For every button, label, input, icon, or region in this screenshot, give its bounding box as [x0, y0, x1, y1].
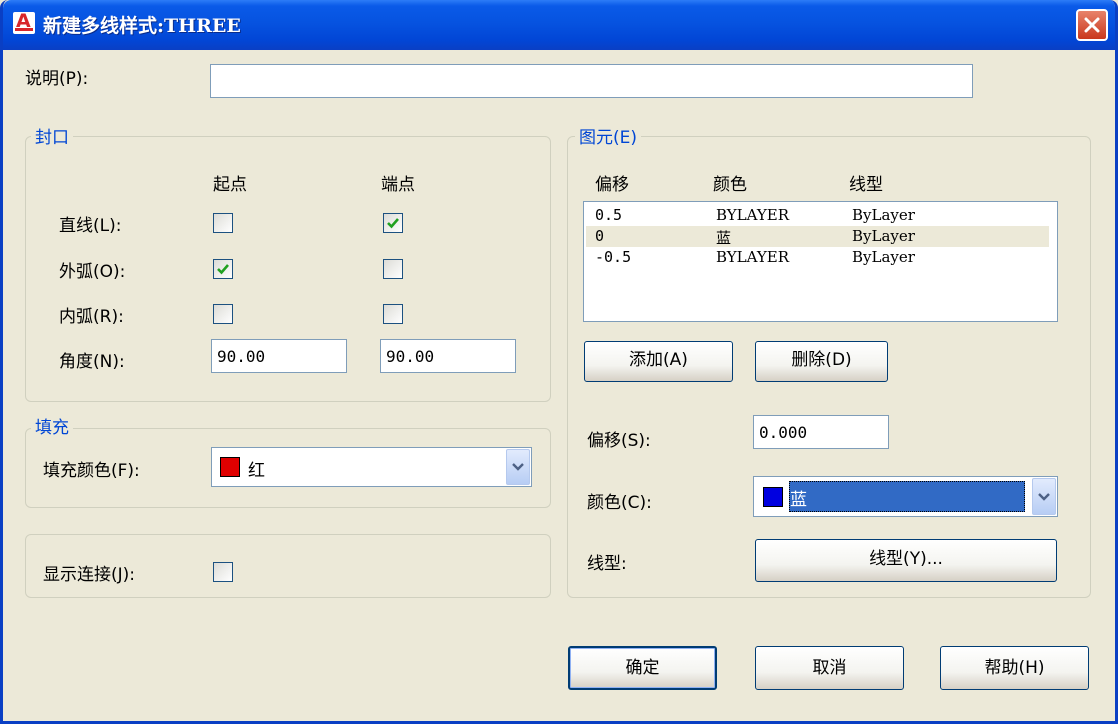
title-bar[interactable]: A 新建多线样式:THREE — [3, 0, 1115, 50]
elements-list[interactable]: 0.5 BYLAYER ByLayer 0 蓝 ByLayer -0.5 BYL… — [583, 201, 1058, 322]
checkmark-icon — [217, 264, 229, 275]
dialog-window: A 新建多线样式:THREE 说明(P): 封口 起点 端点 直线(L): 外弧… — [0, 0, 1118, 724]
cancel-button[interactable]: 取消 — [755, 646, 904, 690]
close-button[interactable] — [1076, 9, 1108, 41]
elements-row-linetype: ByLayer — [852, 248, 915, 266]
element-color-selection-highlight: 蓝 — [789, 481, 1025, 512]
inner-arc-end-checkbox[interactable] — [383, 304, 403, 324]
caps-outer-arc-label: 外弧(O): — [59, 262, 126, 282]
chevron-down-icon — [1038, 492, 1050, 501]
help-button[interactable]: 帮助(H) — [940, 646, 1089, 690]
caps-angle-label: 角度(N): — [59, 352, 125, 372]
line-end-checkbox[interactable] — [383, 213, 403, 233]
elements-row[interactable]: 0.5 BYLAYER ByLayer — [586, 205, 1049, 226]
element-color-swatch — [763, 487, 783, 507]
description-input[interactable] — [210, 64, 973, 98]
caps-inner-arc-label: 内弧(R): — [59, 307, 124, 327]
line-start-checkbox[interactable] — [213, 213, 233, 233]
fill-group-title: 填充 — [31, 413, 73, 438]
elements-row-color: BYLAYER — [716, 248, 789, 266]
fill-color-value: 红 — [248, 461, 265, 481]
elements-header-offset: 偏移 — [595, 175, 629, 195]
element-color-dropdown-button[interactable] — [1032, 478, 1056, 515]
add-element-button[interactable]: 添加(A) — [584, 341, 733, 382]
elements-header-color: 颜色 — [713, 175, 747, 195]
offset-label: 偏移(S): — [587, 431, 651, 451]
show-joints-label: 显示连接(J): — [43, 565, 136, 585]
chevron-down-icon — [512, 463, 524, 471]
elements-row-offset: 0.5 — [595, 206, 623, 224]
offset-input[interactable] — [753, 415, 889, 449]
elements-row-offset: -0.5 — [595, 248, 632, 266]
elements-row-linetype: ByLayer — [852, 227, 915, 245]
linetype-label: 线型: — [587, 554, 627, 574]
angle-end-input[interactable] — [380, 339, 516, 373]
close-icon — [1084, 17, 1100, 33]
caps-column-start: 起点 — [213, 175, 247, 195]
checkmark-icon — [387, 218, 399, 229]
delete-element-button[interactable]: 删除(D) — [755, 341, 888, 382]
element-color-dropdown[interactable]: 蓝 — [753, 476, 1058, 517]
caps-group-title: 封口 — [31, 123, 73, 148]
elements-row-linetype: ByLayer — [852, 206, 915, 224]
linetype-button[interactable]: 线型(Y)... — [755, 539, 1057, 582]
window-title: 新建多线样式:THREE — [43, 15, 241, 37]
fill-color-label: 填充颜色(F): — [43, 461, 140, 481]
elements-row[interactable]: -0.5 BYLAYER ByLayer — [586, 247, 1049, 268]
caps-line-label: 直线(L): — [59, 216, 122, 236]
elements-row-selected[interactable]: 0 蓝 ByLayer — [586, 226, 1049, 247]
fill-color-dropdown-button[interactable] — [506, 449, 530, 485]
caps-column-end: 端点 — [381, 175, 415, 195]
element-color-label: 颜色(C): — [587, 493, 652, 513]
autocad-app-icon: A — [13, 10, 35, 34]
outer-arc-end-checkbox[interactable] — [383, 259, 403, 279]
elements-row-color: BYLAYER — [716, 206, 789, 224]
description-label: 说明(P): — [25, 69, 89, 89]
elements-header-linetype: 线型 — [849, 175, 883, 195]
elements-row-color: 蓝 — [716, 229, 732, 247]
elements-row-offset: 0 — [595, 227, 605, 245]
inner-arc-start-checkbox[interactable] — [213, 304, 233, 324]
element-color-value: 蓝 — [790, 490, 807, 510]
angle-start-input[interactable] — [211, 339, 347, 373]
fill-color-swatch — [220, 457, 240, 477]
elements-group-title: 图元(E) — [575, 123, 642, 148]
fill-color-dropdown[interactable]: 红 — [211, 447, 532, 487]
ok-button[interactable]: 确定 — [568, 646, 717, 690]
outer-arc-start-checkbox[interactable] — [213, 259, 233, 279]
show-joints-checkbox[interactable] — [213, 562, 233, 582]
